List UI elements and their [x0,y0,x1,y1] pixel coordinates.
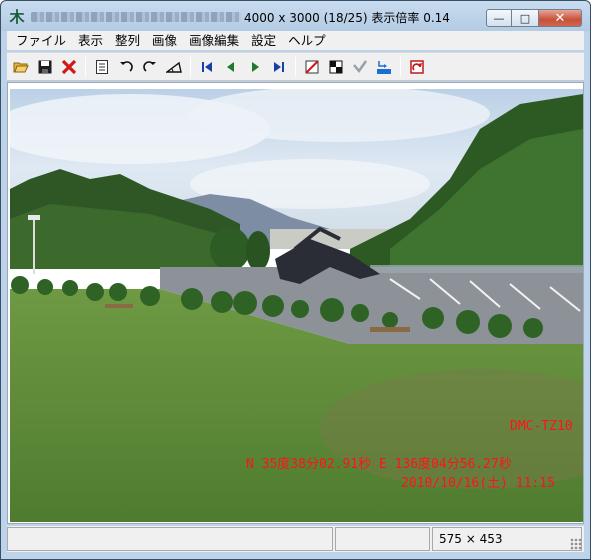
level-icon [165,61,182,73]
exif-gps: N 35度38分02.91秒 E 136度04分56.27秒 [246,456,512,472]
status-bar: 575 × 453 [7,526,584,552]
file-name-redacted [31,12,241,22]
rotate-right-button[interactable] [138,56,161,78]
external-out-button[interactable] [372,56,395,78]
minimize-button[interactable]: — [486,9,512,27]
refresh-button[interactable] [405,56,428,78]
exif-button[interactable] [348,56,371,78]
save-icon [38,60,51,73]
window-title: 4000 x 3000 (18/25) 表示倍率 0.14 [244,11,450,25]
properties-button[interactable] [90,56,113,78]
menu-help[interactable]: ヘルプ [282,31,332,50]
app-logo-icon: 木 [9,8,25,26]
toolbar-separator [190,56,191,77]
app-window: 木 4000 x 3000 (18/25) 表示倍率 0.14 — □ ✕ ファ… [0,0,591,560]
title-bar[interactable]: 木 4000 x 3000 (18/25) 表示倍率 0.14 — □ ✕ [1,1,590,31]
next-image-button[interactable] [243,56,266,78]
close-icon: ✕ [554,10,566,26]
folder-open-icon [13,62,29,72]
toolbar-separator [400,56,401,77]
open-button[interactable] [9,56,32,78]
level-button[interactable] [162,56,185,78]
minimize-icon: — [493,11,505,25]
properties-icon [95,59,108,74]
first-image-button[interactable] [195,56,218,78]
exif-datetime: 2010/10/16(土) 11:15 [401,476,555,491]
rotate-right-icon [142,60,156,72]
menu-file[interactable]: ファイル [10,31,72,50]
rotate-left-icon [119,60,133,72]
external-out-icon [376,60,391,74]
close-button[interactable]: ✕ [538,9,582,27]
menu-image[interactable]: 画像 [146,31,183,50]
menu-image-edit[interactable]: 画像編集 [183,31,245,50]
resize-grip[interactable] [570,538,582,550]
no-fit-icon [304,59,319,74]
maximize-icon: □ [519,11,531,25]
menu-sort[interactable]: 整列 [109,31,146,50]
image-viewport[interactable]: DMC-TZ10 N 35度38分02.91秒 E 136度04分56.27秒 … [7,82,584,524]
status-image-dimensions: 575 × 453 [432,527,582,551]
compare-button[interactable] [324,56,347,78]
status-cell-extra [335,527,430,551]
toolbar [7,52,584,81]
menu-settings[interactable]: 設定 [245,31,282,50]
delete-icon [61,59,76,74]
menu-bar: ファイル 表示 整列 画像 画像編集 設定 ヘルプ [7,31,584,50]
compare-icon [329,60,342,73]
no-fit-button[interactable] [300,56,323,78]
first-image-icon [201,61,212,72]
status-cell-info [7,527,333,551]
save-button[interactable] [33,56,56,78]
exif-icon [352,59,367,73]
toolbar-separator [85,56,86,77]
rotate-left-button[interactable] [114,56,137,78]
previous-image-icon [226,61,234,72]
refresh-icon [409,59,424,74]
next-image-icon [251,61,259,72]
exif-camera-model: DMC-TZ10 [510,419,573,434]
delete-button[interactable] [57,56,80,78]
photo: DMC-TZ10 N 35度38分02.91秒 E 136度04分56.27秒 … [10,89,583,522]
previous-image-button[interactable] [219,56,242,78]
toolbar-separator [295,56,296,77]
photo-scene: DMC-TZ10 N 35度38分02.91秒 E 136度04分56.27秒 … [10,89,583,522]
last-image-icon [273,61,284,72]
menu-view[interactable]: 表示 [72,31,109,50]
maximize-button[interactable]: □ [512,9,538,27]
last-image-button[interactable] [267,56,290,78]
